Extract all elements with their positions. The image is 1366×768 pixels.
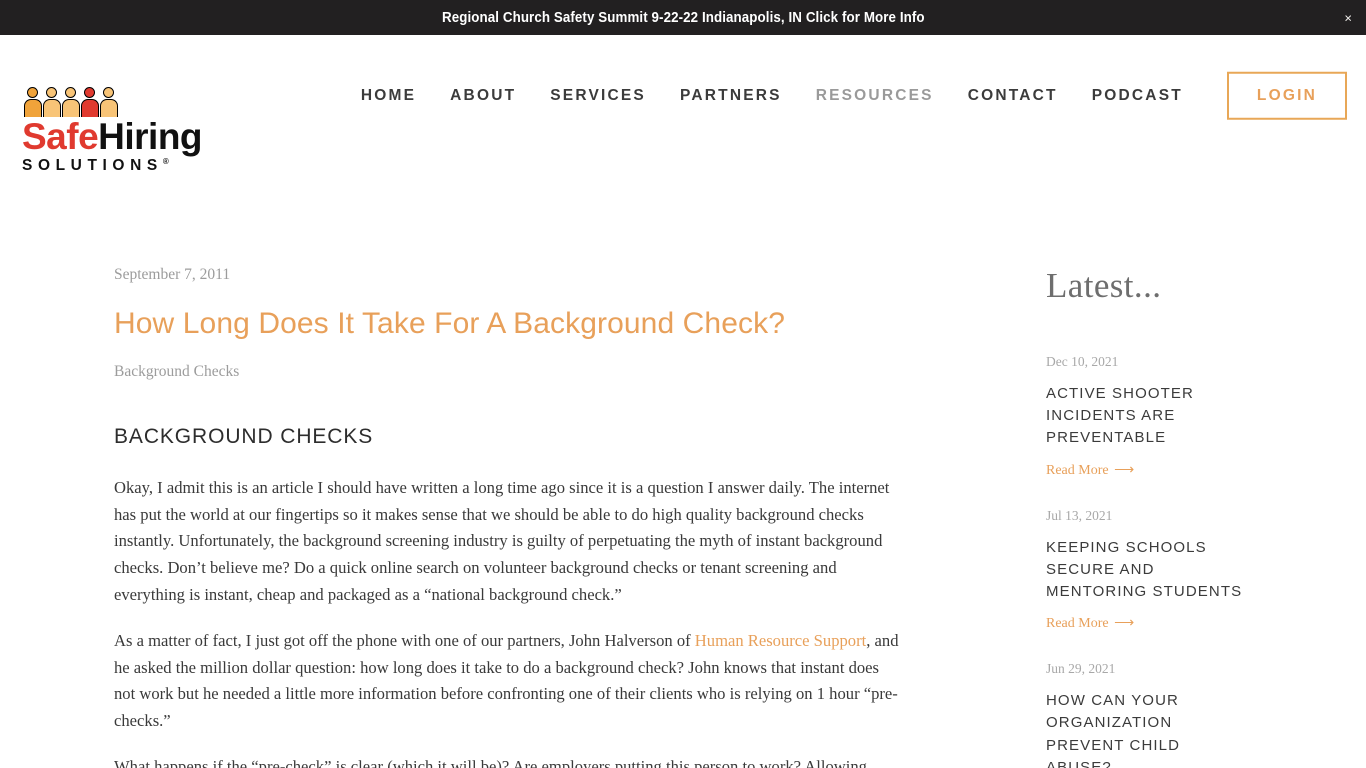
sidebar-post-date: Jun 29, 2021 xyxy=(1046,661,1116,677)
close-icon[interactable]: × xyxy=(1344,11,1352,24)
login-button[interactable]: LOGIN xyxy=(1226,71,1347,120)
nav-item-contact[interactable]: CONTACT xyxy=(951,87,1075,105)
article-paragraphs: Okay, I admit this is an article I shoul… xyxy=(114,475,900,768)
nav-item-services[interactable]: SERVICES xyxy=(533,87,663,105)
logo-person-4 xyxy=(81,87,99,117)
nav-item-home[interactable]: HOME xyxy=(344,87,433,105)
registered-mark-icon: ® xyxy=(162,157,169,166)
paragraph-text: What happens if the “pre-check” is clear… xyxy=(114,757,867,768)
sidebar-post-title[interactable]: ACTIVE SHOOTER INCIDENTS ARE PREVENTABLE xyxy=(1046,383,1246,450)
post-category[interactable]: Background Checks xyxy=(114,363,900,381)
logo-wordmark: SafeHiring xyxy=(22,118,204,155)
article-paragraph: As a matter of fact, I just got off the … xyxy=(114,628,900,734)
read-more-label: Read More xyxy=(1046,616,1109,632)
page-title[interactable]: How Long Does It Take For A Background C… xyxy=(114,306,900,341)
read-more-link[interactable]: Read More ⟶ xyxy=(1046,463,1134,478)
announcement-text[interactable]: Regional Church Safety Summit 9-22-22 In… xyxy=(442,10,925,26)
sidebar-post-item: Jun 29, 2021 HOW CAN YOUR ORGANIZATION PR… xyxy=(1046,661,1366,768)
logo-person-1 xyxy=(24,87,42,117)
logo-people-icon xyxy=(24,87,204,117)
logo-word-hiring: Hiring xyxy=(98,116,203,157)
article-paragraph: What happens if the “pre-check” is clear… xyxy=(114,754,900,768)
logo-word-safe: Safe xyxy=(22,116,99,157)
paragraph-text: As a matter of fact, I just got off the … xyxy=(114,631,695,651)
logo-subtitle: SOLUTIONS® xyxy=(22,158,204,174)
nav-item-about[interactable]: ABOUT xyxy=(433,87,533,105)
sidebar-post-date: Jul 13, 2021 xyxy=(1046,507,1113,523)
site-logo[interactable]: SafeHiring SOLUTIONS® xyxy=(22,87,204,174)
sidebar-post-title[interactable]: KEEPING SCHOOLS SECURE AND MENTORING STU… xyxy=(1046,537,1246,604)
read-more-label: Read More xyxy=(1046,462,1109,478)
page-body: September 7, 2011 How Long Does It Take … xyxy=(0,156,1366,768)
sidebar-post-date: Dec 10, 2021 xyxy=(1046,354,1119,369)
post-date: September 7, 2011 xyxy=(114,266,231,283)
site-header: SafeHiring SOLUTIONS® HOME ABOUT SERVICE… xyxy=(0,35,1366,173)
sidebar-post-list: Dec 10, 2021 ACTIVE SHOOTER INCIDENTS ARE… xyxy=(1046,354,1366,768)
nav-item-podcast[interactable]: PODCAST xyxy=(1075,87,1200,105)
logo-person-3 xyxy=(62,87,80,117)
sidebar: Latest... Dec 10, 2021 ACTIVE SHOOTER INC… xyxy=(900,266,1366,768)
article-column: September 7, 2011 How Long Does It Take … xyxy=(0,266,900,768)
arrow-right-icon: ⟶ xyxy=(1110,462,1135,478)
arrow-right-icon: ⟶ xyxy=(1110,616,1135,632)
sidebar-post-item: Jul 13, 2021 KEEPING SCHOOLS SECURE AND M… xyxy=(1046,508,1366,633)
article-paragraph: Okay, I admit this is an article I shoul… xyxy=(114,475,900,608)
sidebar-post-title[interactable]: HOW CAN YOUR ORGANIZATION PREVENT CHILD … xyxy=(1046,690,1246,768)
read-more-link[interactable]: Read More ⟶ xyxy=(1046,616,1134,631)
announcement-bar: Regional Church Safety Summit 9-22-22 In… xyxy=(0,0,1366,35)
logo-person-5 xyxy=(100,87,118,117)
nav-item-partners[interactable]: PARTNERS xyxy=(663,87,799,105)
section-heading: BACKGROUND CHECKS xyxy=(114,425,374,449)
main-navigation: HOME ABOUT SERVICES PARTNERS RESOURCES C… xyxy=(344,71,1347,120)
paragraph-text: Okay, I admit this is an article I shoul… xyxy=(114,478,890,604)
sidebar-title: Latest... xyxy=(1046,266,1162,305)
logo-subtitle-text: SOLUTIONS xyxy=(22,157,163,175)
nav-item-resources[interactable]: RESOURCES xyxy=(799,87,951,105)
logo-person-2 xyxy=(43,87,61,117)
inline-link[interactable]: Human Resource Support xyxy=(695,631,866,650)
sidebar-post-item: Dec 10, 2021 ACTIVE SHOOTER INCIDENTS ARE… xyxy=(1046,354,1366,479)
